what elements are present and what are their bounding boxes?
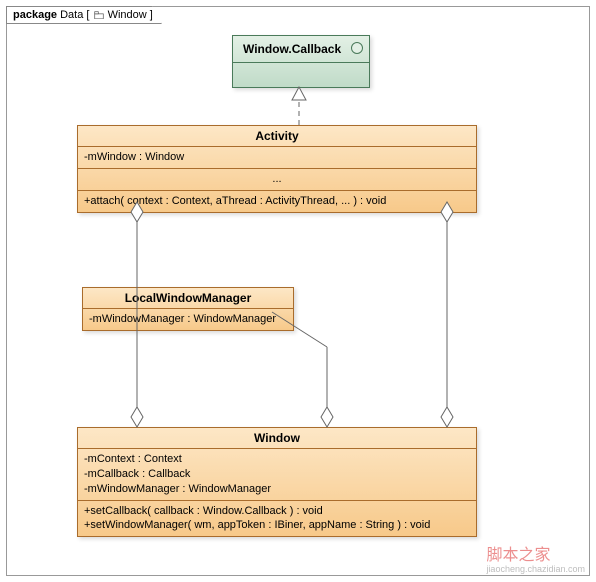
class-localwindowmanager: LocalWindowManager -mWindowManager : Win… (82, 287, 294, 331)
watermark: 脚本之家 jiaocheng.chazidian.com (486, 541, 585, 573)
ellipsis: ... (78, 169, 476, 191)
interface-lollipop-icon (351, 42, 363, 54)
attribute: -mContext : Context (84, 452, 470, 467)
operation: +setWindowManager( wm, appToken : IBiner… (84, 518, 470, 533)
bracket-open: [ (86, 9, 89, 21)
package-frame: package Data [ Window ] Window.Callback … (6, 6, 590, 576)
attribute: -mWindow : Window (84, 150, 470, 165)
class-activity: Activity -mWindow : Window ... +attach( … (77, 125, 477, 213)
package-tab: package Data [ Window ] (6, 6, 162, 24)
bracket-close: ] (150, 9, 153, 21)
class-window: Window -mContext : Context -mCallback : … (77, 427, 477, 537)
operation: +attach( context : Context, aThread : Ac… (84, 194, 470, 209)
interface-window-callback: Window.Callback (232, 35, 370, 88)
class-title: LocalWindowManager (83, 288, 293, 309)
class-title: Window (78, 428, 476, 449)
package-name: Data (60, 9, 83, 21)
attribute: -mWindowManager : WindowManager (84, 482, 470, 497)
package-keyword: package (13, 9, 57, 21)
package-icon (94, 11, 104, 20)
operation: +setCallback( callback : Window.Callback… (84, 504, 470, 519)
package-inner: Window (108, 9, 147, 21)
class-title: Activity (78, 126, 476, 147)
attribute: -mCallback : Callback (84, 467, 470, 482)
attribute: -mWindowManager : WindowManager (89, 312, 287, 327)
interface-name: Window.Callback (243, 42, 341, 56)
watermark-main: 脚本之家 (486, 547, 550, 564)
watermark-sub: jiaocheng.chazidian.com (486, 565, 585, 573)
